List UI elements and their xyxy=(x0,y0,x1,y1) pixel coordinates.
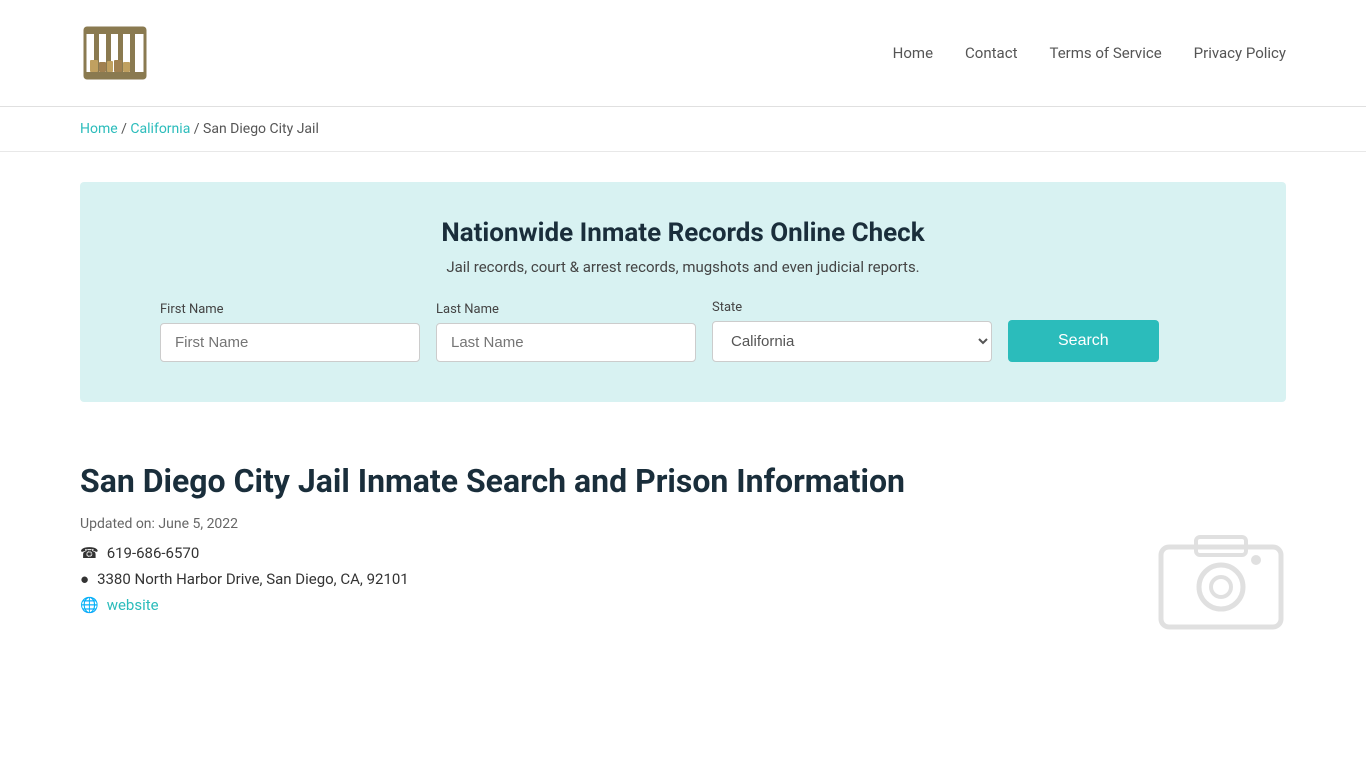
location-icon: ● xyxy=(80,570,89,588)
state-group: State California Alabama Alaska Arizona … xyxy=(712,300,992,362)
last-name-input[interactable] xyxy=(436,323,696,362)
breadcrumb-current: San Diego City Jail xyxy=(203,121,319,137)
first-name-input[interactable] xyxy=(160,323,420,362)
camera-placeholder xyxy=(1156,522,1286,632)
first-name-group: First Name xyxy=(160,302,420,362)
main-nav: Home Contact Terms of Service Privacy Po… xyxy=(893,44,1286,62)
jail-logo-icon xyxy=(80,18,150,88)
website-line: 🌐 website xyxy=(80,596,1286,614)
nav-terms[interactable]: Terms of Service xyxy=(1049,44,1161,62)
last-name-label: Last Name xyxy=(436,302,696,317)
breadcrumb: Home / California / San Diego City Jail xyxy=(0,107,1366,152)
last-name-group: Last Name xyxy=(436,302,696,362)
main-wrapper: San Diego City Jail Inmate Search and Pr… xyxy=(0,432,1366,662)
nav-privacy[interactable]: Privacy Policy xyxy=(1194,44,1286,62)
search-banner-title: Nationwide Inmate Records Online Check xyxy=(160,218,1206,248)
nav-home[interactable]: Home xyxy=(893,44,933,62)
search-banner-subtitle: Jail records, court & arrest records, mu… xyxy=(160,258,1206,276)
phone-icon: ☎ xyxy=(80,544,99,562)
search-button[interactable]: Search xyxy=(1008,320,1159,362)
phone-line: ☎ 619-686-6570 xyxy=(80,544,1286,562)
logo[interactable] xyxy=(80,18,150,88)
globe-icon: 🌐 xyxy=(80,596,99,614)
nav-contact[interactable]: Contact xyxy=(965,44,1017,62)
address-line: ● 3380 North Harbor Drive, San Diego, CA… xyxy=(80,570,1286,588)
breadcrumb-state[interactable]: California xyxy=(130,121,190,137)
phone-number: 619-686-6570 xyxy=(107,544,200,562)
camera-icon xyxy=(1156,522,1286,632)
search-banner: Nationwide Inmate Records Online Check J… xyxy=(80,182,1286,402)
address-text: 3380 North Harbor Drive, San Diego, CA, … xyxy=(97,570,409,588)
state-label: State xyxy=(712,300,992,315)
website-link[interactable]: website xyxy=(107,596,159,614)
search-form: First Name Last Name State California Al… xyxy=(160,300,1206,362)
breadcrumb-home[interactable]: Home xyxy=(80,121,118,137)
breadcrumb-separator-2: / xyxy=(194,121,203,137)
page-title: San Diego City Jail Inmate Search and Pr… xyxy=(80,462,1286,500)
header: Home Contact Terms of Service Privacy Po… xyxy=(0,0,1366,107)
updated-date: Updated on: June 5, 2022 xyxy=(80,516,1286,532)
state-select[interactable]: California Alabama Alaska Arizona Texas … xyxy=(712,321,992,362)
first-name-label: First Name xyxy=(160,302,420,317)
